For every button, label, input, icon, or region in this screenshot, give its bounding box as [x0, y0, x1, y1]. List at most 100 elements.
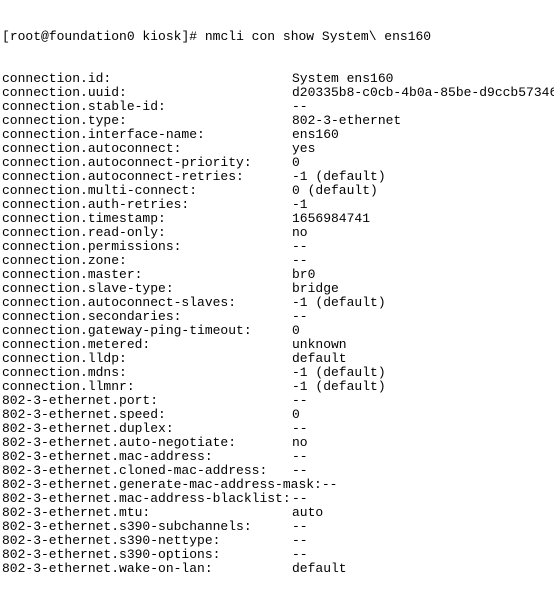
output-value: auto	[292, 505, 323, 520]
output-key: 802-3-ethernet.speed:	[2, 408, 292, 422]
output-row: connection.lldp:default	[2, 352, 554, 366]
prompt-open-bracket: [	[2, 29, 10, 44]
output-value: default	[292, 561, 347, 576]
output-row: 802-3-ethernet.s390-options:--	[2, 548, 554, 562]
output-value: --	[322, 477, 338, 492]
output-key: connection.master:	[2, 268, 292, 282]
output-key: connection.zone:	[2, 254, 292, 268]
output-row: 802-3-ethernet.mac-address:--	[2, 450, 554, 464]
output-value: -1 (default)	[292, 169, 386, 184]
output-key: 802-3-ethernet.auto-negotiate:	[2, 436, 292, 450]
output-value: 0	[292, 155, 300, 170]
output-value: --	[292, 547, 308, 562]
output-row: connection.uuid:d20335b8-c0cb-4b0a-85be-…	[2, 86, 554, 100]
output-value: --	[292, 253, 308, 268]
output-value: 1656984741	[292, 211, 370, 226]
output-row: 802-3-ethernet.speed:0	[2, 408, 554, 422]
output-row: connection.auth-retries:-1	[2, 198, 554, 212]
prompt-command: nmcli con show System\ ens160	[205, 29, 431, 44]
output-value: br0	[292, 267, 315, 282]
output-key: connection.llmnr:	[2, 380, 292, 394]
output-row: connection.zone:--	[2, 254, 554, 268]
output-row: 802-3-ethernet.generate-mac-address-mask…	[2, 478, 554, 492]
output-row: 802-3-ethernet.s390-subchannels:--	[2, 520, 554, 534]
output-row: connection.multi-connect:0 (default)	[2, 184, 554, 198]
output-row: connection.interface-name:ens160	[2, 128, 554, 142]
output-value: --	[292, 519, 308, 534]
output-value: default	[292, 351, 347, 366]
prompt-user-host: root@foundation0 kiosk	[10, 29, 182, 44]
output-key: connection.read-only:	[2, 226, 292, 240]
output-value: --	[292, 99, 308, 114]
output-value: --	[292, 463, 308, 478]
output-value: System ens160	[292, 71, 393, 86]
output-key: connection.timestamp:	[2, 212, 292, 226]
output-row: connection.metered:unknown	[2, 338, 554, 352]
output-key: connection.uuid:	[2, 86, 292, 100]
output-value: 802-3-ethernet	[292, 113, 401, 128]
output-key: connection.autoconnect-priority:	[2, 156, 292, 170]
output-row: connection.slave-type:bridge	[2, 282, 554, 296]
output-key: 802-3-ethernet.cloned-mac-address:	[2, 464, 292, 478]
output-key: connection.metered:	[2, 338, 292, 352]
output-value: -1	[292, 197, 308, 212]
output-value: -1 (default)	[292, 365, 386, 380]
output-row: connection.timestamp:1656984741	[2, 212, 554, 226]
output-value: bridge	[292, 281, 339, 296]
output-key: 802-3-ethernet.generate-mac-address-mask…	[2, 477, 322, 492]
output-key: connection.stable-id:	[2, 100, 292, 114]
output-row: connection.id:System ens160	[2, 72, 554, 86]
output-row: connection.autoconnect:yes	[2, 142, 554, 156]
prompt-line: [root@foundation0 kiosk]# nmcli con show…	[2, 30, 554, 44]
output-value: --	[292, 393, 308, 408]
output-row: 802-3-ethernet.s390-nettype:--	[2, 534, 554, 548]
output-value: no	[292, 435, 308, 450]
output-value: -1 (default)	[292, 295, 386, 310]
output-row: connection.mdns:-1 (default)	[2, 366, 554, 380]
output-key: connection.type:	[2, 114, 292, 128]
output-rows: connection.id:System ens160connection.uu…	[2, 72, 554, 576]
output-row: connection.stable-id:--	[2, 100, 554, 114]
output-row: connection.autoconnect-retries:-1 (defau…	[2, 170, 554, 184]
output-row: connection.read-only:no	[2, 226, 554, 240]
output-value: yes	[292, 141, 315, 156]
output-row: 802-3-ethernet.cloned-mac-address:--	[2, 464, 554, 478]
output-row: 802-3-ethernet.wake-on-lan:default	[2, 562, 554, 576]
output-value: --	[292, 239, 308, 254]
output-row: connection.permissions:--	[2, 240, 554, 254]
output-value: 0	[292, 323, 300, 338]
output-key: 802-3-ethernet.port:	[2, 394, 292, 408]
terminal-output: [root@foundation0 kiosk]# nmcli con show…	[0, 0, 554, 590]
output-value: ens160	[292, 127, 339, 142]
output-value: 0	[292, 407, 300, 422]
output-key: connection.autoconnect-retries:	[2, 170, 292, 184]
output-key: connection.permissions:	[2, 240, 292, 254]
output-value: no	[292, 225, 308, 240]
output-key: connection.lldp:	[2, 352, 292, 366]
output-row: connection.secondaries:--	[2, 310, 554, 324]
output-row: 802-3-ethernet.duplex:--	[2, 422, 554, 436]
output-value: -1 (default)	[292, 379, 386, 394]
output-value: --	[292, 449, 308, 464]
output-key: 802-3-ethernet.mtu:	[2, 506, 292, 520]
output-row: connection.autoconnect-slaves:-1 (defaul…	[2, 296, 554, 310]
output-key: connection.interface-name:	[2, 128, 292, 142]
output-value: --	[292, 309, 308, 324]
output-row: 802-3-ethernet.mtu:auto	[2, 506, 554, 520]
prompt-hash: #	[189, 29, 205, 44]
output-key: 802-3-ethernet.s390-options:	[2, 548, 292, 562]
output-key: 802-3-ethernet.wake-on-lan:	[2, 562, 292, 576]
output-key: connection.id:	[2, 72, 292, 86]
output-row: connection.gateway-ping-timeout:0	[2, 324, 554, 338]
output-key: connection.auth-retries:	[2, 198, 292, 212]
output-key: 802-3-ethernet.s390-nettype:	[2, 534, 292, 548]
output-key: connection.autoconnect-slaves:	[2, 296, 292, 310]
output-value: --	[292, 421, 308, 436]
output-value: --	[292, 491, 308, 506]
output-key: 802-3-ethernet.mac-address:	[2, 450, 292, 464]
output-value: 0 (default)	[292, 183, 378, 198]
output-row: connection.autoconnect-priority:0	[2, 156, 554, 170]
output-row: 802-3-ethernet.auto-negotiate:no	[2, 436, 554, 450]
output-key: connection.mdns:	[2, 366, 292, 380]
output-value: unknown	[292, 337, 347, 352]
